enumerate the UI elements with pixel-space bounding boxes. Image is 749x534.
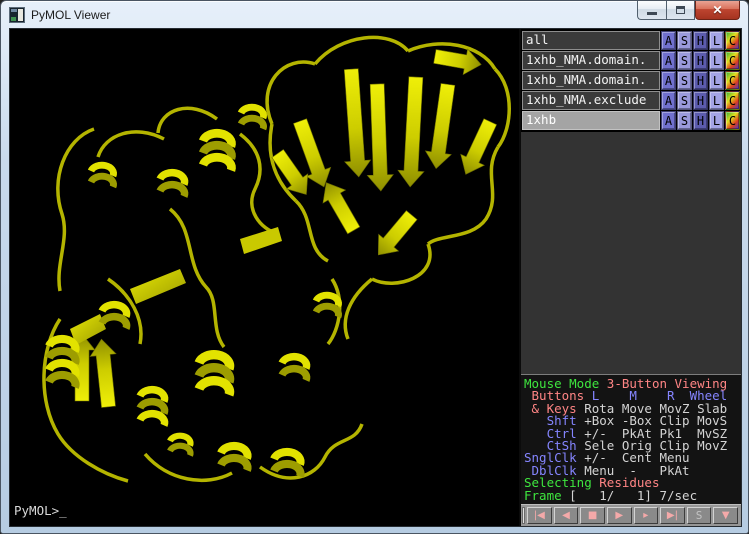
client-area: PyMOL>_ all A S H L C 1xhb_NMA.domain. A… [9,28,742,527]
helices [49,107,339,476]
color-button[interactable]: C [725,91,740,110]
color-button[interactable]: C [725,111,740,130]
step-forward-button[interactable]: ▸ [634,507,659,524]
show-button[interactable]: S [677,31,692,50]
hide-button[interactable]: H [693,111,708,130]
go-to-end-button[interactable]: ▶| [660,507,685,524]
playback-strip: |◀ ◀ ■ ▶ ▸ ▶| S ▼ [521,504,741,526]
show-button[interactable]: S [677,71,692,90]
action-button[interactable]: A [661,111,676,130]
object-row: all A S H L C [522,31,740,50]
show-button[interactable]: S [677,91,692,110]
strip-handle [522,507,525,524]
label-button[interactable]: L [709,51,724,70]
control-panel: all A S H L C 1xhb_NMA.domain. A S H L C… [521,29,741,526]
protein-cartoon [10,29,519,526]
window-title: PyMOL Viewer [31,8,110,22]
show-button[interactable]: S [677,111,692,130]
color-button[interactable]: C [725,31,740,50]
object-row: 1xhb_NMA.domain. A S H L C [522,71,740,90]
command-prompt[interactable]: PyMOL>_ [14,503,67,518]
step-back-button[interactable]: ◀ [554,507,579,524]
object-row: 1xhb A S H L C [522,111,740,130]
object-list: all A S H L C 1xhb_NMA.domain. A S H L C… [521,29,741,132]
label-button[interactable]: L [709,71,724,90]
maximize-button[interactable] [666,1,695,20]
object-name[interactable]: 1xhb_NMA.exclude [522,91,660,110]
color-button[interactable]: C [725,71,740,90]
label-button[interactable]: L [709,91,724,110]
action-button[interactable]: A [661,31,676,50]
hide-button[interactable]: H [693,31,708,50]
scene-button[interactable]: S [687,507,712,524]
play-button[interactable]: ▶ [607,507,632,524]
action-button[interactable]: A [661,51,676,70]
hide-button[interactable]: H [693,51,708,70]
object-name-all[interactable]: all [522,31,660,50]
mouse-mode-panel: Mouse Mode 3-Button Viewing Buttons L M … [521,374,741,504]
3d-viewport[interactable]: PyMOL>_ [10,29,519,526]
object-row: 1xhb_NMA.exclude A S H L C [522,91,740,110]
hide-button[interactable]: H [693,71,708,90]
minimize-button[interactable] [637,1,666,20]
hide-button[interactable]: H [693,91,708,110]
app-icon [9,7,25,23]
frame-line: Frame [ 1/ 1] 7/sec [524,490,738,502]
panel-spacer [521,132,741,374]
label-button[interactable]: L [709,111,724,130]
stop-button[interactable]: ■ [580,507,605,524]
action-button[interactable]: A [661,91,676,110]
object-name[interactable]: 1xhb_NMA.domain. [522,71,660,90]
object-name[interactable]: 1xhb_NMA.domain. [522,51,660,70]
minimize-icon [647,12,657,15]
action-button[interactable]: A [661,71,676,90]
show-button[interactable]: S [677,51,692,70]
object-row: 1xhb_NMA.domain. A S H L C [522,51,740,70]
close-button[interactable]: ✕ [695,1,740,20]
cursor: _ [59,503,67,518]
pymol-window: PyMOL Viewer ✕ [0,0,749,534]
close-icon: ✕ [712,3,722,17]
object-name-1xhb[interactable]: 1xhb [522,111,660,130]
go-to-start-button[interactable]: |◀ [527,507,552,524]
strand-pieces [70,227,282,345]
window-controls: ✕ [637,1,740,20]
beta-sheet [69,44,502,409]
label-button[interactable]: L [709,31,724,50]
menu-button[interactable]: ▼ [713,507,738,524]
titlebar[interactable]: PyMOL Viewer [1,1,748,28]
color-button[interactable]: C [725,51,740,70]
maximize-icon [676,6,685,14]
